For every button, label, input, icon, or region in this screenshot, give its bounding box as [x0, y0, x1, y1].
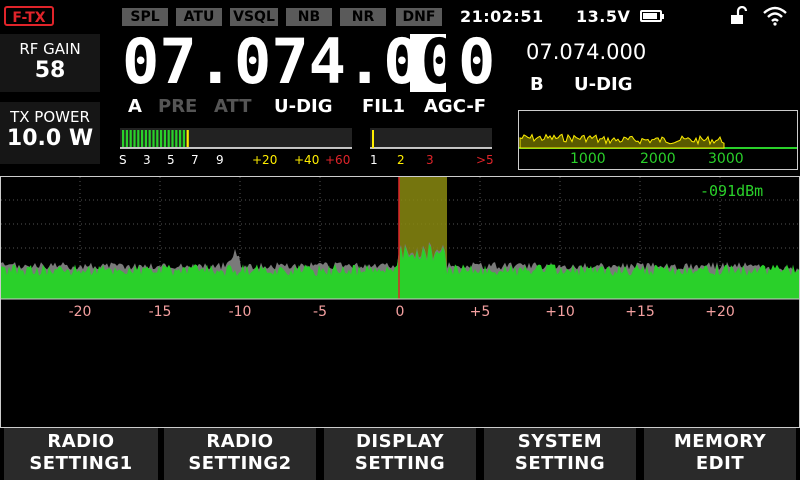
spectrum-display[interactable]: [0, 176, 800, 428]
scope-tick-1000: 1000: [570, 151, 606, 167]
s-meter: [120, 128, 352, 149]
s-scale-plus20: +20: [252, 153, 278, 167]
button-line2: SETTING: [354, 453, 446, 474]
rf-gain-value: 58: [34, 58, 66, 83]
system-setting-button[interactable]: SYSTEM SETTING: [484, 428, 636, 480]
vfo-a-label[interactable]: A: [128, 96, 142, 117]
offset-label: -5: [313, 304, 327, 320]
s-scale-plus40: +40: [294, 153, 320, 167]
swr-scale-1: 1: [370, 153, 378, 167]
pre-indicator[interactable]: PRE: [158, 96, 197, 117]
button-line1: MEMORY: [673, 431, 767, 452]
button-line2: SETTING2: [188, 453, 292, 474]
tx-power-label: TX POWER: [10, 108, 90, 126]
tx-power-panel[interactable]: TX POWER 10.0 W: [0, 102, 100, 164]
sub-frequency[interactable]: 07.074.000: [526, 40, 646, 64]
main-frequency[interactable]: 07.074.000: [122, 28, 495, 96]
offset-label: -20: [68, 304, 92, 320]
memory-edit-button[interactable]: MEMORY EDIT: [644, 428, 796, 480]
level-readout: -091dBm: [700, 182, 764, 200]
tx-power-value: 10.0 W: [6, 126, 94, 151]
rf-gain-panel[interactable]: RF GAIN 58: [0, 34, 100, 92]
swr-scale-2: 2: [397, 153, 405, 167]
indicator-vsql[interactable]: VSQL: [230, 8, 278, 26]
button-line1: SYSTEM: [517, 431, 603, 452]
swr-meter: [370, 128, 492, 149]
att-indicator[interactable]: ATT: [214, 96, 252, 117]
offset-label: -15: [148, 304, 172, 320]
sub-mode-label: U-DIG: [574, 74, 633, 95]
offset-label: +20: [705, 304, 735, 320]
button-line1: DISPLAY: [355, 431, 444, 452]
indicator-dnf[interactable]: DNF: [396, 8, 442, 26]
s-scale-9: 9: [216, 153, 224, 167]
radio-setting1-button[interactable]: RADIO SETTING1: [4, 428, 158, 480]
s-scale-7: 7: [191, 153, 199, 167]
display-setting-button[interactable]: DISPLAY SETTING: [324, 428, 476, 480]
scope-tick-2000: 2000: [640, 151, 676, 167]
button-line2: EDIT: [695, 453, 745, 474]
clock: 21:02:51: [460, 7, 544, 26]
button-line1: RADIO: [206, 431, 274, 452]
s-scale-5: 5: [167, 153, 175, 167]
swr-scale-3: 3: [426, 153, 434, 167]
wifi-icon: [763, 6, 787, 26]
offset-label: +5: [469, 304, 491, 320]
button-line1: RADIO: [47, 431, 115, 452]
indicator-atu[interactable]: ATU: [176, 8, 222, 26]
s-scale-plus60: +60: [325, 153, 351, 167]
indicator-spl[interactable]: SPL: [122, 8, 168, 26]
offset-label: -10: [228, 304, 252, 320]
offset-label: 0: [395, 304, 405, 320]
vfo-b-label[interactable]: B: [530, 74, 544, 95]
offset-label: +15: [625, 304, 655, 320]
button-line2: SETTING: [514, 453, 606, 474]
s-scale-s: S: [119, 153, 127, 167]
indicator-nr[interactable]: NR: [340, 8, 386, 26]
indicator-nb[interactable]: NB: [286, 8, 332, 26]
rf-gain-label: RF GAIN: [19, 40, 81, 58]
s-scale-3: 3: [143, 153, 151, 167]
agc-label[interactable]: AGC-F: [424, 96, 486, 117]
offset-label: +10: [545, 304, 575, 320]
filter-label[interactable]: FIL1: [362, 96, 405, 117]
button-line2: SETTING1: [29, 453, 133, 474]
mode-label[interactable]: U-DIG: [274, 96, 333, 117]
ftx-logo: F-TX: [4, 6, 54, 26]
battery-icon: [640, 10, 664, 22]
swr-scale-gt5: >5: [476, 153, 494, 167]
scope-tick-3000: 3000: [708, 151, 744, 167]
radio-setting2-button[interactable]: RADIO SETTING2: [164, 428, 316, 480]
voltage-readout: 13.5V: [576, 7, 631, 26]
unlock-icon[interactable]: [728, 6, 750, 26]
